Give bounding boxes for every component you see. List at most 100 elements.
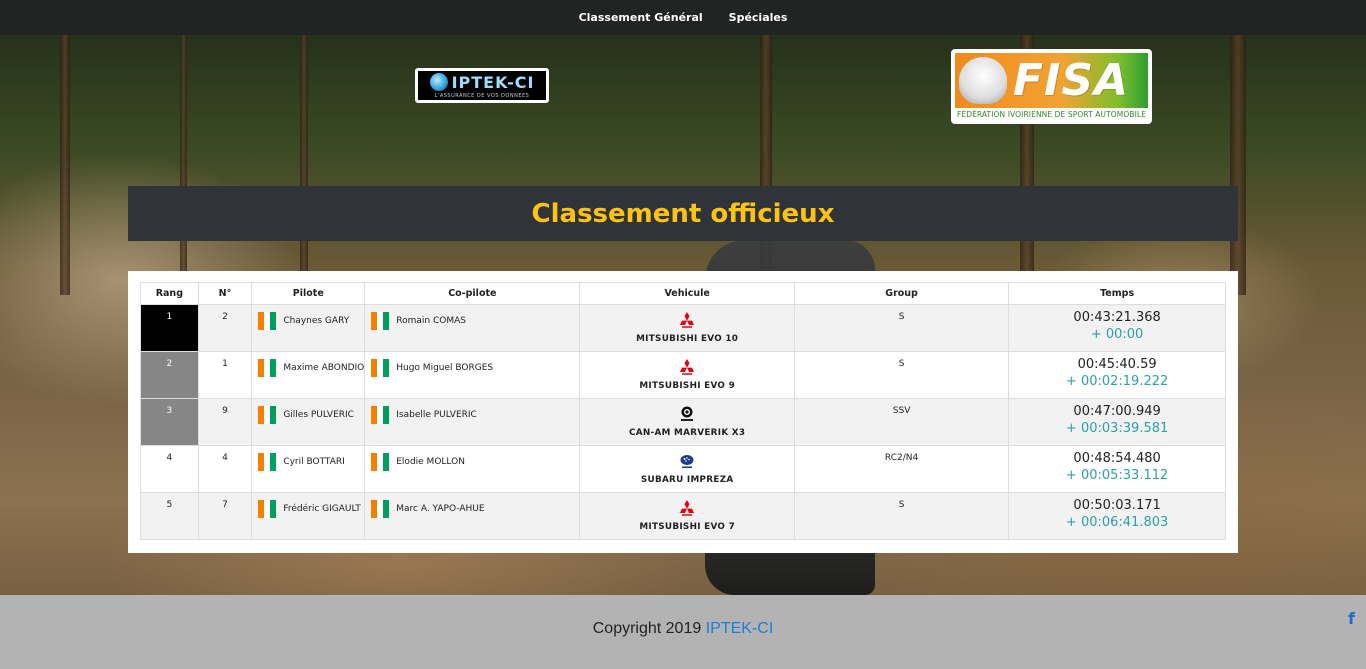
pilot-name: Frédéric GIGAULT <box>283 504 361 514</box>
vehicle-name: SUBARU IMPREZA <box>640 475 734 485</box>
iptek-logo-name: IPTEK-CI <box>451 72 535 92</box>
pilot-cell: Chaynes GARY <box>251 304 366 352</box>
rank-cell: 5 <box>140 492 199 540</box>
cote-divoire-flag-icon <box>371 312 390 330</box>
time-gap: + 00:02:19.222 <box>1065 374 1169 389</box>
pilot-cell: Maxime ABONDIO <box>251 351 366 399</box>
table-row: 4 4 Cyril BOTTARI Elodie MOLLON SUBARU IMPRE… <box>140 445 1226 493</box>
time-cell: 00:48:54.480 + 00:05:33.112 <box>1008 445 1226 493</box>
mitsubishi-logo-icon <box>680 359 695 375</box>
nav-speciales[interactable]: Spéciales <box>729 11 788 24</box>
table-row: 3 9 Gilles PULVERIC Isabelle PULVERIC CAN-AM… <box>140 398 1226 446</box>
subaru-logo-icon <box>680 453 694 469</box>
number-cell: 1 <box>197 351 253 399</box>
copilot-cell: Hugo Miguel BORGES <box>364 351 581 399</box>
time-value: 00:48:54.480 <box>1073 451 1161 466</box>
vehicle-cell: MITSUBISHI EVO 10 <box>579 304 795 352</box>
pilot-name: Cyril BOTTARI <box>283 457 345 467</box>
copilot-name: Romain COMAS <box>396 316 466 326</box>
background-tree <box>300 35 308 295</box>
group-cell: SSV <box>793 398 1010 446</box>
time-cell: 00:45:40.59 + 00:02:19.222 <box>1008 351 1226 399</box>
time-gap: + 00:00 <box>1090 327 1144 342</box>
col-header-vehicle: Vehicule <box>579 282 795 305</box>
rank-cell: 2 <box>140 351 199 399</box>
col-header-pilot: Pilote <box>251 282 366 305</box>
copilot-name: Marc A. YAPO-AHUE <box>396 504 485 514</box>
rank-cell: 4 <box>140 445 199 493</box>
time-cell: 00:47:00.949 + 00:03:39.581 <box>1008 398 1226 446</box>
background-tree <box>60 35 70 295</box>
footer: Copyright 2019 IPTEK-CI f <box>0 595 1366 669</box>
number-cell: 4 <box>197 445 253 493</box>
cote-divoire-flag-icon <box>371 406 390 424</box>
time-value: 00:50:03.171 <box>1073 498 1161 513</box>
table-row: 5 7 Frédéric GIGAULT Marc A. YAPO-AHUE MITSU… <box>140 492 1226 540</box>
cote-divoire-flag-icon <box>258 359 277 377</box>
page-title: Classement officieux <box>531 198 835 229</box>
pilot-cell: Frédéric GIGAULT <box>251 492 366 540</box>
col-header-rank: Rang <box>140 282 199 305</box>
iptek-logo: IPTEK-CI L'ASSURANCE DE VOS DONNEES <box>415 68 549 103</box>
vehicle-name: MITSUBISHI EVO 7 <box>639 522 735 532</box>
copilot-cell: Isabelle PULVERIC <box>364 398 581 446</box>
time-cell: 00:50:03.171 + 00:06:41.803 <box>1008 492 1226 540</box>
time-value: 00:47:00.949 <box>1073 404 1161 419</box>
number-cell: 2 <box>197 304 253 352</box>
rank-cell: 3 <box>140 398 199 446</box>
number-cell: 9 <box>197 398 253 446</box>
vehicle-cell: SUBARU IMPREZA <box>579 445 795 493</box>
nav-classement-general[interactable]: Classement Général <box>579 11 703 24</box>
top-navbar: Classement Général Spéciales <box>0 0 1366 35</box>
pilot-cell: Gilles PULVERIC <box>251 398 366 446</box>
cote-divoire-flag-icon <box>371 453 390 471</box>
cote-divoire-flag-icon <box>258 453 277 471</box>
group-cell: S <box>793 351 1010 399</box>
elephant-icon <box>959 57 1007 104</box>
table-row: 1 2 Chaynes GARY Romain COMAS MITSUBISHI EVO… <box>140 304 1226 352</box>
copilot-cell: Elodie MOLLON <box>364 445 581 493</box>
vehicle-name: MITSUBISHI EVO 9 <box>639 381 735 391</box>
copilot-cell: Romain COMAS <box>364 304 581 352</box>
table-header-row: Rang N° Pilote Co-pilote Vehicule Group … <box>140 282 1226 305</box>
cote-divoire-flag-icon <box>258 312 277 330</box>
cote-divoire-flag-icon <box>258 406 277 424</box>
fisa-logo-name: FISA <box>1013 55 1130 106</box>
col-header-copilot: Co-pilote <box>364 282 581 305</box>
pilot-name: Gilles PULVERIC <box>283 410 354 420</box>
col-header-num: N° <box>197 282 253 305</box>
background-tree <box>180 35 187 295</box>
iptek-logo-tagline: L'ASSURANCE DE VOS DONNEES <box>434 92 530 99</box>
fisa-logo: FISA FÉDÉRATION IVOIRIENNE DE SPORT AUTO… <box>951 49 1152 124</box>
copilot-cell: Marc A. YAPO-AHUE <box>364 492 581 540</box>
time-gap: + 00:06:41.803 <box>1065 515 1169 530</box>
col-header-group: Group <box>793 282 1010 305</box>
vehicle-cell: CAN-AM MARVERIK X3 <box>579 398 795 446</box>
cote-divoire-flag-icon <box>371 359 390 377</box>
table-row: 2 1 Maxime ABONDIO Hugo Miguel BORGES MITSUB… <box>140 351 1226 399</box>
vehicle-name: MITSUBISHI EVO 10 <box>636 334 739 344</box>
number-cell: 7 <box>197 492 253 540</box>
copyright-brand-link[interactable]: IPTEK-CI <box>706 620 774 637</box>
title-banner: Classement officieux <box>128 186 1238 241</box>
rank-cell: 1 <box>140 304 199 352</box>
pilot-cell: Cyril BOTTARI <box>251 445 366 493</box>
time-value: 00:45:40.59 <box>1077 357 1157 372</box>
cote-divoire-flag-icon <box>258 500 277 518</box>
mitsubishi-logo-icon <box>680 500 695 516</box>
col-header-time: Temps <box>1008 282 1226 305</box>
copyright: Copyright 2019 IPTEK-CI <box>593 620 774 638</box>
group-cell: S <box>793 492 1010 540</box>
group-cell: RC2/N4 <box>793 445 1010 493</box>
vehicle-cell: MITSUBISHI EVO 7 <box>579 492 795 540</box>
facebook-icon[interactable]: f <box>1348 609 1355 628</box>
time-gap: + 00:03:39.581 <box>1065 421 1169 436</box>
can-am-logo-icon <box>680 406 694 422</box>
copilot-name: Isabelle PULVERIC <box>396 410 477 420</box>
group-cell: S <box>793 304 1010 352</box>
fisa-logo-subtitle: FÉDÉRATION IVOIRIENNE DE SPORT AUTOMOBIL… <box>956 110 1147 119</box>
copilot-name: Elodie MOLLON <box>396 457 465 467</box>
time-cell: 00:43:21.368 + 00:00 <box>1008 304 1226 352</box>
results-card: Rang N° Pilote Co-pilote Vehicule Group … <box>128 271 1238 553</box>
time-gap: + 00:05:33.112 <box>1065 468 1169 483</box>
